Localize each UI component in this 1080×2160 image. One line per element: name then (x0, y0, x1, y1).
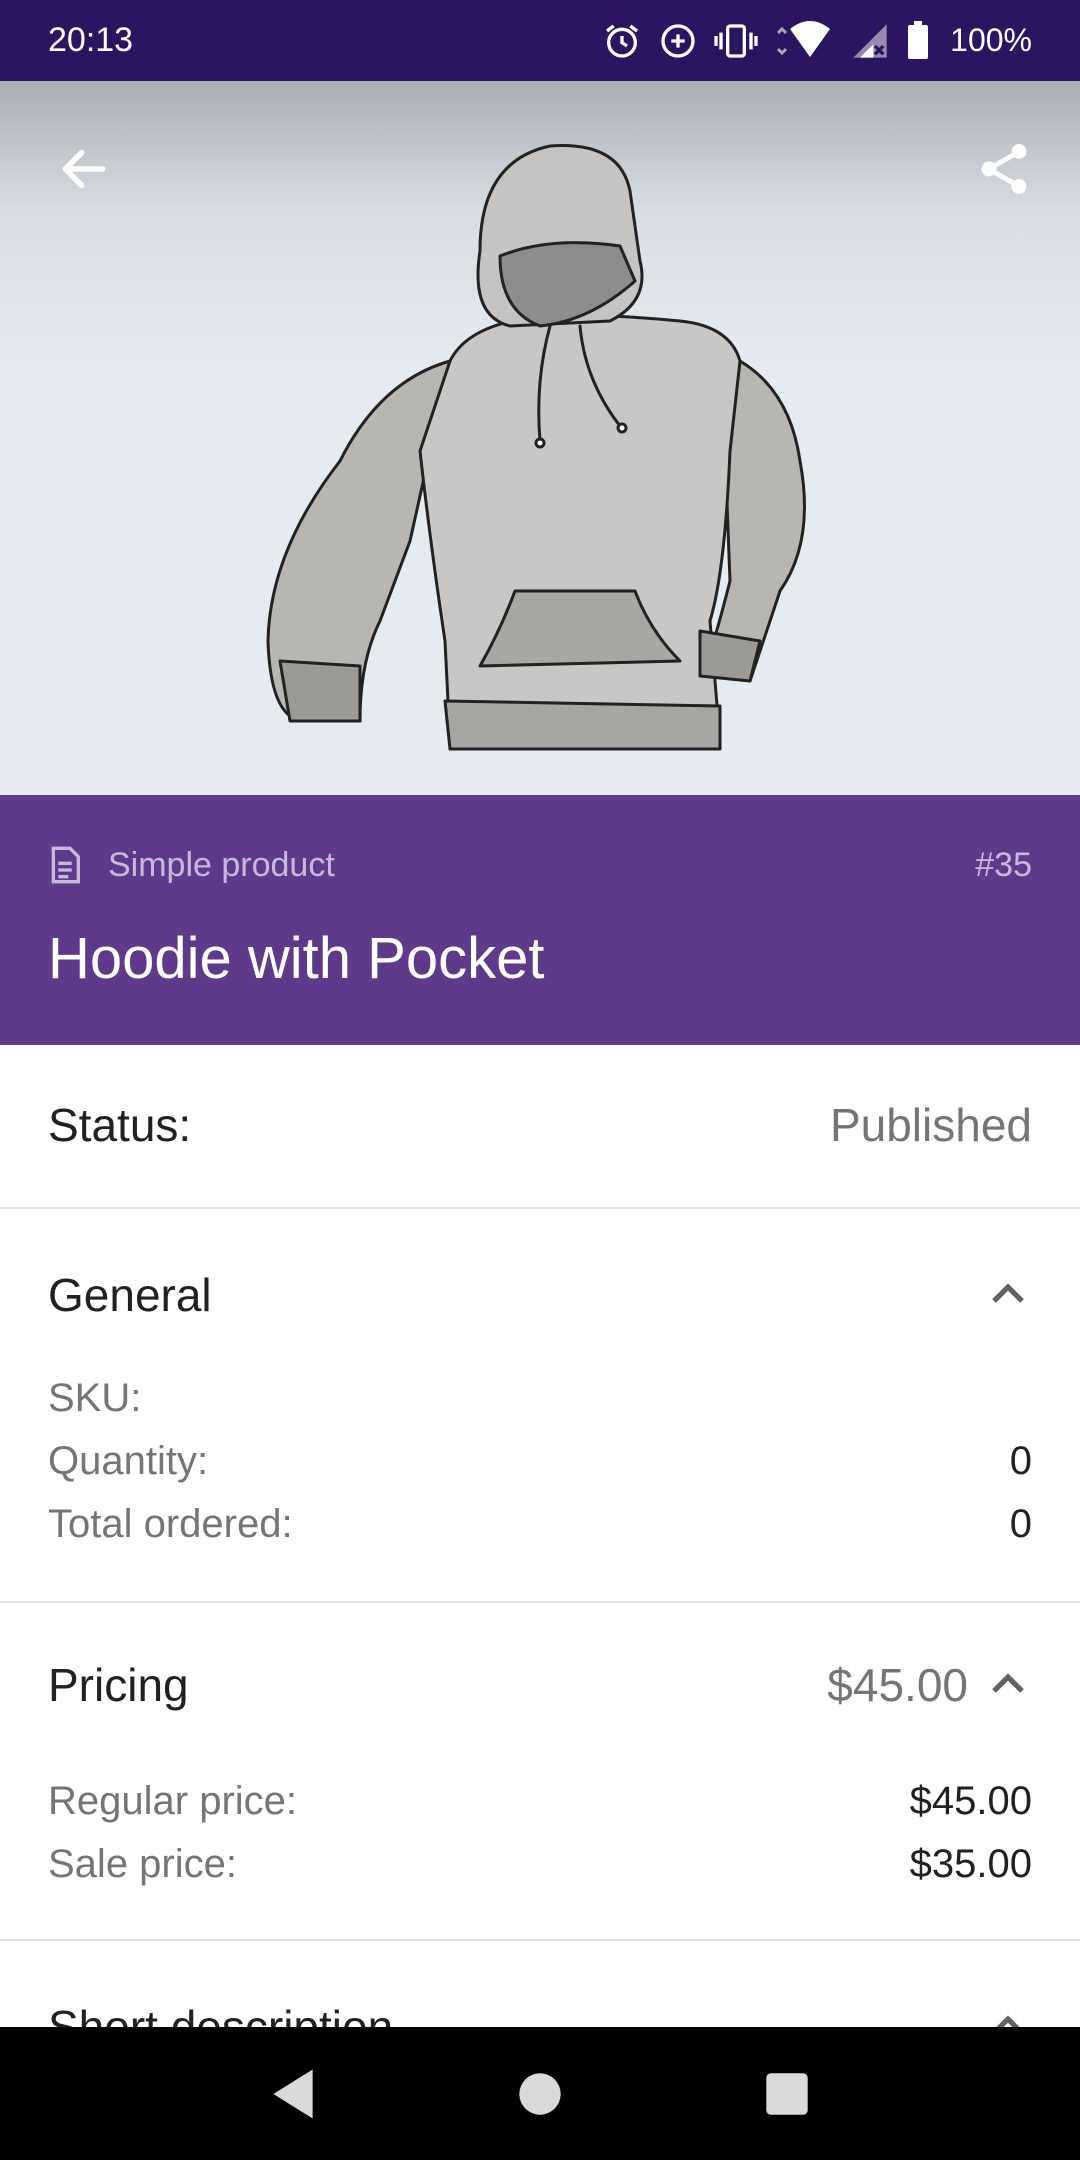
signal-icon (853, 23, 887, 58)
status-value[interactable]: Published (830, 1098, 1032, 1152)
quantity-label: Quantity: (48, 1438, 209, 1483)
quantity-value: 0 (1009, 1438, 1032, 1483)
alarm-icon (606, 24, 639, 58)
nav-home-button[interactable] (495, 2049, 585, 2139)
list-item: Total ordered: 0 (48, 1499, 1032, 1549)
regular-price-label: Regular price: (48, 1778, 298, 1823)
sale-price-label: Sale price: (48, 1841, 237, 1886)
share-icon (981, 144, 1027, 194)
total-ordered-label: Total ordered: (48, 1501, 293, 1546)
total-ordered-value: 0 (1009, 1501, 1032, 1546)
product-type-row: Simple product #35 (48, 843, 1032, 887)
sale-price-value: $35.00 (909, 1841, 1032, 1886)
battery-percentage: 100% (950, 22, 1032, 58)
data-saver-icon (661, 23, 695, 58)
pricing-header[interactable]: Pricing $45.00 (48, 1655, 1032, 1715)
status-time: 20:13 (48, 21, 134, 59)
list-item: Regular price: $45.00 (48, 1776, 1032, 1826)
regular-price-value: $45.00 (909, 1778, 1032, 1823)
wifi-icon (777, 20, 831, 57)
share-button[interactable] (968, 133, 1040, 205)
general-title: General (48, 1269, 212, 1321)
product-title: Hoodie with Pocket (48, 926, 545, 991)
triangle-back-icon (273, 2068, 313, 2119)
list-item: Quantity: 0 (48, 1436, 1032, 1486)
back-button[interactable] (48, 133, 120, 205)
general-section: General SKU: Quantity: 0 Total ordered: … (0, 1209, 1080, 1603)
product-image (0, 81, 1080, 795)
system-nav-bar (0, 2027, 1080, 2160)
chevron-up-icon[interactable] (984, 1661, 1032, 1709)
square-recents-icon (765, 2072, 808, 2115)
status-icons: 100% (602, 20, 1032, 61)
circle-home-icon (519, 2072, 561, 2115)
list-item: SKU: (48, 1373, 1032, 1423)
chevron-up-icon[interactable] (984, 1271, 1032, 1319)
vibrate-icon (714, 23, 758, 58)
pricing-section: Pricing $45.00 Regular price: $45.00 Sal… (0, 1603, 1080, 1941)
product-id: #35 (975, 845, 1032, 884)
pricing-title: Pricing (48, 1659, 189, 1711)
product-type: Simple product (108, 845, 335, 884)
arrow-back-icon (62, 149, 106, 189)
pricing-summary: $45.00 (827, 1659, 968, 1711)
status-bar: 20:13 100% (0, 0, 1080, 81)
general-header[interactable]: General (48, 1265, 1032, 1325)
status-label: Status: (48, 1099, 192, 1151)
status-section: Status: Published (0, 1045, 1080, 1209)
battery-icon (908, 20, 929, 59)
list-item: Sale price: $35.00 (48, 1839, 1032, 1889)
sku-label: SKU: (48, 1375, 142, 1420)
nav-recents-button[interactable] (742, 2049, 832, 2139)
nav-back-button[interactable] (248, 2049, 338, 2139)
hoodie-illustration (266, 144, 806, 751)
document-icon (51, 846, 80, 884)
product-header: Simple product #35 Hoodie with Pocket (0, 795, 1080, 1045)
